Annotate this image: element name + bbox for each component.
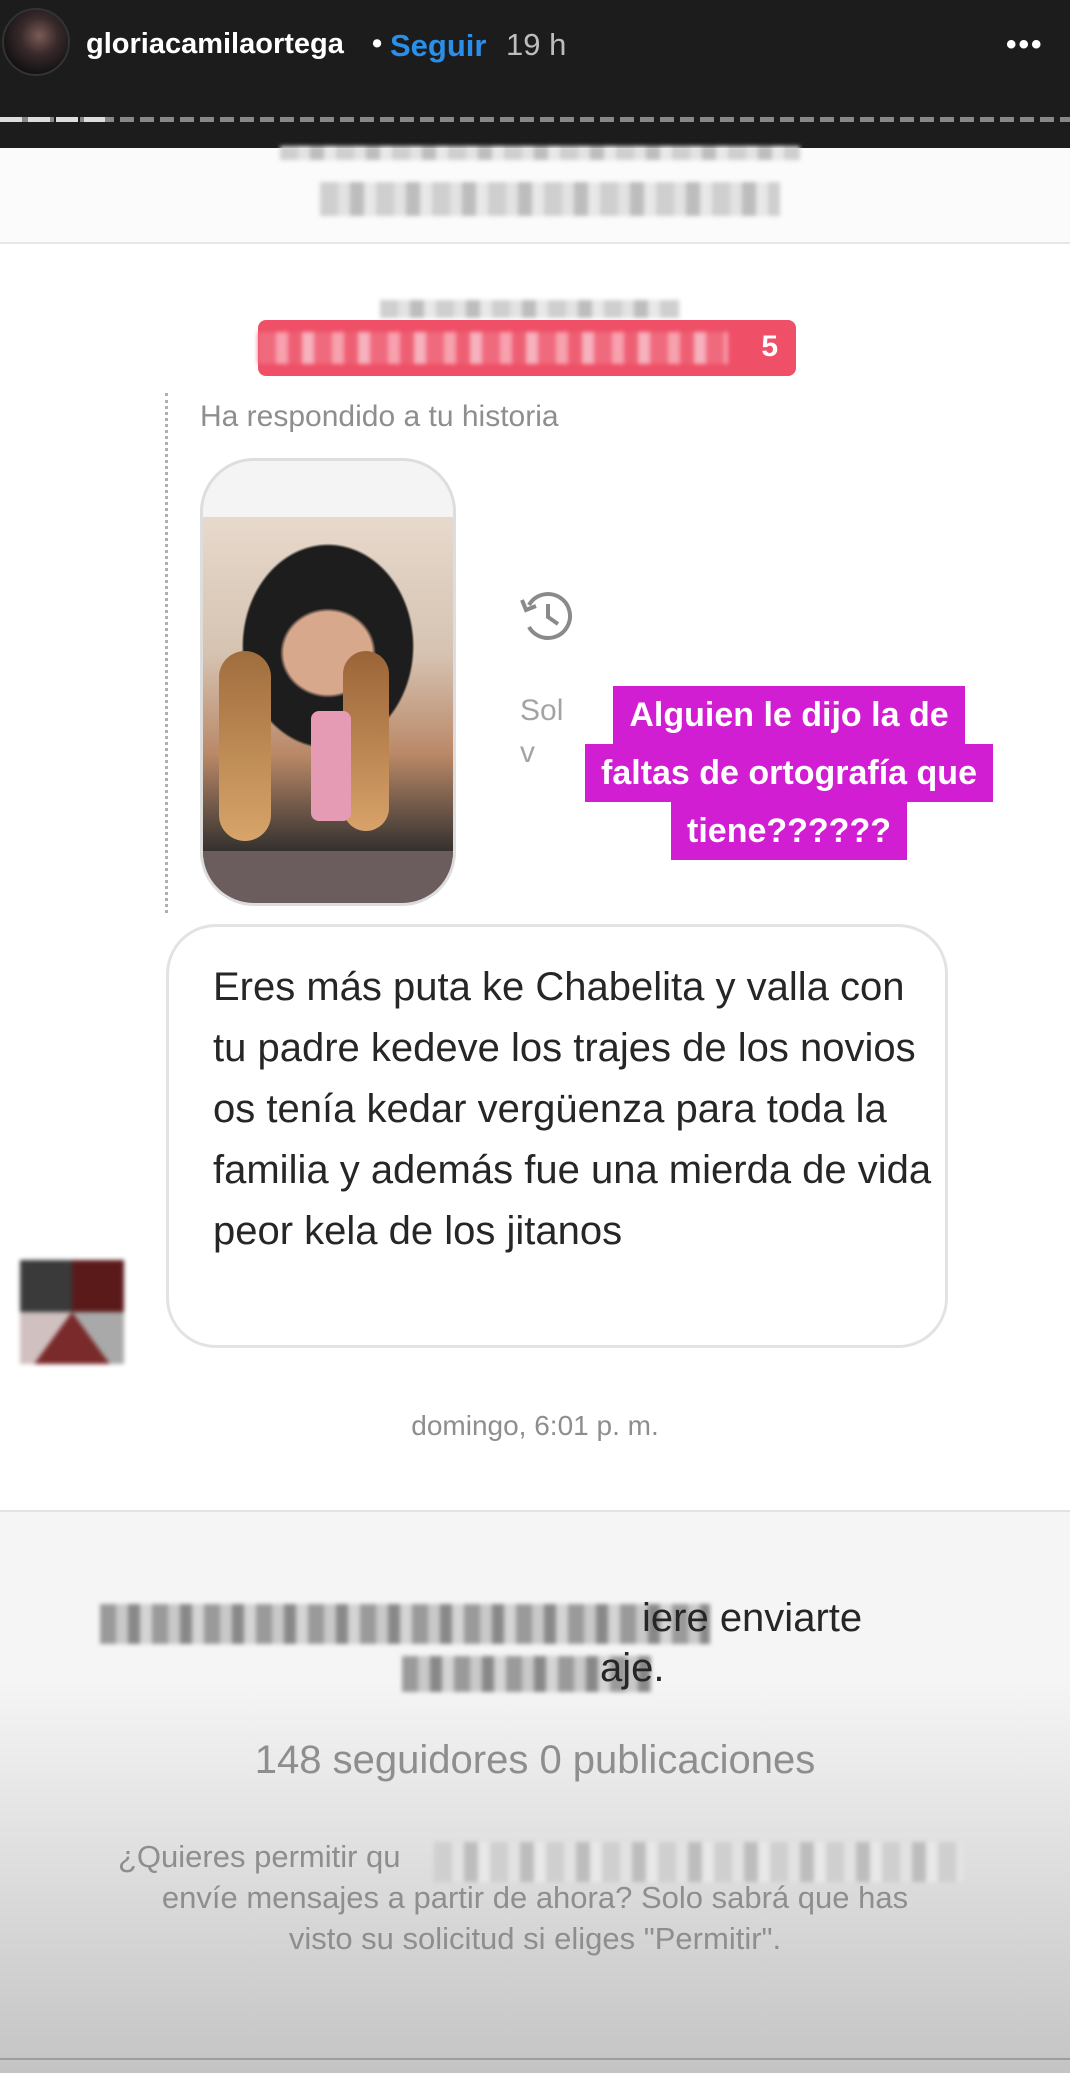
story-header: gloriacamilaortega • Seguir 19 h ••• bbox=[0, 0, 1070, 148]
story-progress-bar bbox=[0, 117, 1070, 122]
more-horizontal-icon[interactable]: ••• bbox=[1006, 28, 1044, 62]
follow-button[interactable]: Seguir bbox=[390, 28, 486, 64]
message-bubble[interactable]: Eres más puta ke Chabelita y valla con t… bbox=[166, 924, 948, 1348]
reply-thread-line bbox=[165, 393, 168, 913]
profile-avatar[interactable] bbox=[2, 8, 70, 76]
sender-avatar[interactable] bbox=[20, 1260, 124, 1364]
request-line-1: iere enviarte bbox=[642, 1596, 863, 1640]
dm-screenshot: 5 Ha respondido a tu historia Sol v Algu… bbox=[0, 146, 1070, 2073]
blurred-permit-name bbox=[434, 1842, 964, 1882]
story-unavailable-text-2: v bbox=[520, 736, 535, 769]
caption-line-3: tiene?????? bbox=[671, 802, 907, 860]
story-time-ago: 19 h bbox=[506, 27, 567, 62]
request-line-2: aje. bbox=[600, 1646, 665, 1690]
blurred-chat-title bbox=[320, 182, 780, 216]
permit-prompt: ¿Quieres permitir qu envíe mensajes a pa… bbox=[0, 1836, 1070, 1959]
reply-label: Ha respondido a tu historia bbox=[200, 400, 559, 433]
story-caption: Alguien le dijo la de faltas de ortograf… bbox=[536, 686, 1042, 860]
blurred-header-top bbox=[280, 146, 800, 160]
blurred-sender-name bbox=[100, 1604, 710, 1644]
caption-line-2: faltas de ortografía que bbox=[585, 744, 993, 802]
story-mention-pill: 5 bbox=[258, 320, 796, 376]
history-clock-icon bbox=[520, 592, 572, 640]
mention-number: 5 bbox=[761, 330, 778, 363]
separator-dot: • bbox=[372, 28, 383, 60]
message-timestamp: domingo, 6:01 p. m. bbox=[411, 1410, 659, 1441]
bottom-divider bbox=[0, 2058, 1070, 2060]
blurred-mention-text bbox=[258, 332, 728, 364]
chat-header bbox=[0, 146, 1070, 244]
message-request-panel bbox=[0, 1510, 1070, 2073]
blurred-reply-header bbox=[380, 300, 680, 318]
permit-line-1: ¿Quieres permitir qu bbox=[118, 1839, 401, 1874]
caption-line-1: Alguien le dijo la de bbox=[613, 686, 965, 744]
permit-line-3: visto su solicitud si eliges "Permitir". bbox=[288, 1921, 782, 1956]
story-username[interactable]: gloriacamilaortega bbox=[86, 28, 344, 61]
message-text: Eres más puta ke Chabelita y valla con t… bbox=[213, 965, 932, 1253]
story-progress-completed bbox=[0, 117, 105, 122]
permit-line-2: envíe mensajes a partir de ahora? Solo s… bbox=[161, 1880, 909, 1915]
replied-story-thumbnail[interactable] bbox=[200, 458, 456, 906]
sender-stats: 148 seguidores 0 publicaciones bbox=[254, 1738, 816, 1782]
